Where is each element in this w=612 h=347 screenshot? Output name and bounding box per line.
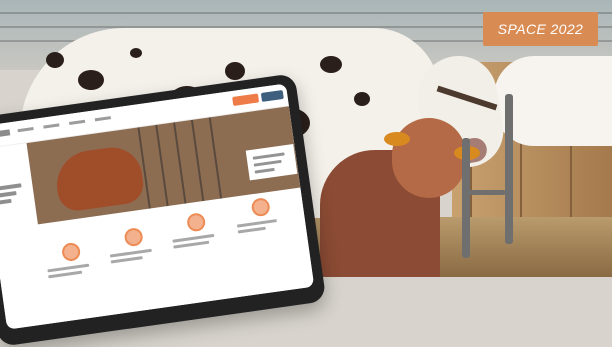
hero-card-line [253, 159, 282, 167]
stall-pipe [462, 138, 470, 258]
feature-line [237, 226, 266, 234]
event-badge-label: SPACE 2022 [497, 21, 584, 37]
cow-photo-icon [52, 143, 146, 214]
cow-spot [46, 52, 64, 68]
cow-spot [320, 56, 342, 73]
contact-button[interactable] [232, 93, 260, 106]
hero-card-line [252, 152, 285, 160]
feature-card [44, 239, 103, 302]
account-button[interactable] [260, 89, 284, 102]
feature-card [234, 195, 293, 258]
cow-spot [78, 70, 104, 90]
nav-link[interactable] [68, 119, 86, 125]
nav-link[interactable] [94, 116, 112, 122]
nav-link[interactable] [43, 123, 60, 129]
calf-ear [384, 132, 410, 146]
logo-mark-icon [0, 129, 11, 139]
feature-line [110, 256, 143, 264]
cow-spot [130, 48, 142, 58]
stall-pipe [505, 94, 513, 244]
feature-line [47, 263, 90, 273]
cow-spot [225, 62, 245, 80]
tablet-device [0, 73, 327, 347]
hero-card-line [254, 167, 275, 174]
hero-title-lines [0, 179, 32, 211]
hero-title-line [0, 198, 12, 206]
stall-pipe [466, 190, 506, 195]
feature-line [236, 219, 277, 228]
feature-icon [186, 212, 207, 233]
feature-icon [60, 241, 82, 263]
cow-spot [354, 92, 370, 106]
feature-line [109, 248, 152, 258]
feature-card [169, 210, 228, 273]
tablet-screen [0, 83, 315, 330]
hero-title-line [0, 191, 17, 199]
feature-icon [123, 226, 144, 248]
nav-link[interactable] [17, 127, 34, 133]
hero-card [245, 144, 298, 181]
feature-line [48, 270, 83, 279]
calf-head [392, 118, 466, 198]
feature-card [107, 225, 166, 288]
feature-icon [250, 196, 271, 218]
event-badge: SPACE 2022 [483, 12, 598, 46]
